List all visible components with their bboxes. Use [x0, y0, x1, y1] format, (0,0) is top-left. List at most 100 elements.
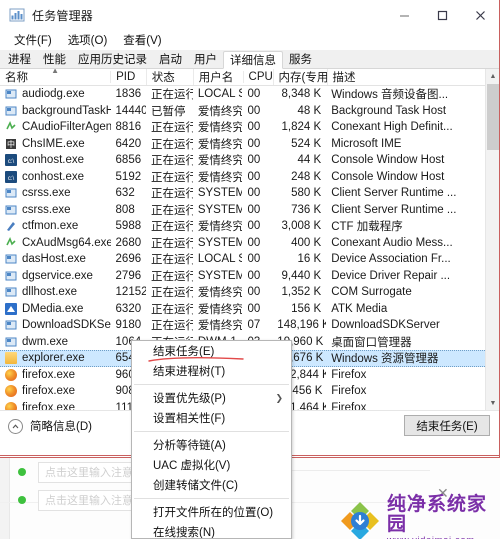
svg-text:c:\: c:\	[8, 176, 15, 182]
screen: 点击这里输入注意事项 点击这里输入注意事项 ✕ 纯净系统家园 www.yidai…	[0, 0, 500, 539]
tab-4[interactable]: 用户	[188, 51, 223, 69]
cell-user: 爱情终究...	[197, 221, 243, 234]
context-menu-item[interactable]: 结束任务(E)	[132, 341, 291, 361]
table-row[interactable]: DMedia.exe 6320 正在运行爱情终究... 00 156 K ATK Medi…	[0, 301, 499, 318]
tab-5[interactable]: 详细信息	[223, 51, 283, 69]
cell-desc: CTF 加载程序	[331, 221, 403, 234]
console-icon: c:\	[5, 154, 17, 167]
scroll-down-icon[interactable]: ▼	[486, 396, 499, 410]
process-name: ctfmon.exe	[22, 220, 79, 233]
cell-state: 正在运行	[151, 303, 193, 316]
chevron-right-icon: ❯	[275, 392, 283, 403]
column-header-mem[interactable]: 内存(专用...	[272, 69, 327, 85]
column-header-pid[interactable]: PID	[110, 71, 146, 83]
cell-user: SYSTEM	[197, 236, 243, 249]
context-menu-item[interactable]: 打开文件所在的位置(O)	[132, 502, 291, 522]
cell-pid: 8816	[115, 121, 142, 134]
end-task-label: 结束任务(E)	[416, 420, 478, 433]
cell-pid: 2680	[115, 236, 142, 249]
table-row[interactable]: c:\ conhost.exe 6856 正在运行爱情终究... 00 44 K Conso…	[0, 152, 499, 169]
tab-2[interactable]: 应用历史记录	[72, 51, 153, 69]
scrollbar-thumb[interactable]	[487, 84, 499, 150]
fewer-details-button[interactable]: 简略信息(D)	[8, 418, 92, 434]
context-menu-item[interactable]: 在线搜索(N)	[132, 522, 291, 539]
context-menu-item[interactable]: 设置相关性(F)	[132, 408, 291, 428]
firefox-icon	[5, 385, 17, 398]
table-row[interactable]: dasHost.exe 2696 正在运行 LOCAL SE... 00 16 K Devi…	[0, 251, 499, 268]
context-menu-item[interactable]: 分析等待链(A)	[132, 435, 291, 455]
column-header-cpu[interactable]: CPU	[242, 71, 273, 83]
menubar: 文件(F) 选项(O) 查看(V)	[0, 30, 499, 50]
table-row[interactable]: dllhost.exe 12152 正在运行爱情终究... 00 1,352 K COM …	[0, 284, 499, 301]
context-menu-item[interactable]: 设置优先级(P) ❯	[132, 388, 291, 408]
scroll-up-icon[interactable]: ▲	[486, 69, 499, 83]
process-name: firefox.exe	[22, 401, 76, 410]
column-header-desc[interactable]: 描述	[326, 69, 499, 85]
column-header-user[interactable]: 用户名	[192, 69, 243, 85]
table-row[interactable]: DownloadSDKServ... 9180 正在运行爱情终究... 07 148,1…	[0, 317, 499, 334]
cell-mem: 148,196 K	[277, 319, 327, 332]
cell-cpu: 00	[247, 203, 261, 216]
cell-user: LOCAL SE...	[197, 253, 243, 266]
table-row[interactable]: ctfmon.exe 5988 正在运行爱情终究... 00 3,008 K CTF 加载…	[0, 218, 499, 235]
tab-3[interactable]: 启动	[153, 51, 188, 69]
minimize-button[interactable]	[385, 0, 423, 30]
cell-desc: Windows 音频设备图...	[331, 89, 449, 102]
column-header-state[interactable]: 状态	[145, 69, 193, 85]
cell-pid: 5988	[115, 220, 142, 233]
cell-name: 中 ChsIME.exe	[0, 138, 111, 150]
cell-desc: Firefox	[331, 368, 367, 381]
window-controls	[385, 0, 499, 30]
watermark-logo: 纯净系统家园 www.yidaimei.com	[340, 495, 500, 539]
table-row[interactable]: c:\ conhost.exe 5192 正在运行爱情终究... 00 248 K Cons…	[0, 169, 499, 186]
cell-mem: 16 K	[297, 253, 322, 266]
menu-options[interactable]: 选项(O)	[60, 31, 116, 49]
cell-desc: Microsoft IME	[331, 137, 402, 150]
table-row[interactable]: CxAudMsg64.exe 2680 正在运行 SYSTEM 00 400 K Conex…	[0, 235, 499, 252]
table-row[interactable]: audiodg.exe 1836 正在运行 LOCAL SE... 00 8,348 K W…	[0, 86, 499, 103]
menu-view[interactable]: 查看(V)	[115, 31, 169, 49]
maximize-button[interactable]	[423, 0, 461, 30]
sort-ascending-icon: ▲	[51, 69, 60, 75]
cell-name: c:\ conhost.exe	[0, 154, 111, 167]
context-menu-item[interactable]: 创建转储文件(C)	[132, 475, 291, 495]
table-row[interactable]: dgservice.exe 2796 正在运行 SYSTEM 00 9,440 K Devi…	[0, 268, 499, 285]
watermark-text: 纯净系统家园 www.yidaimei.com	[387, 495, 500, 539]
cell-user: SYSTEM	[197, 203, 243, 216]
context-menu-item[interactable]: 结束进程树(T)	[132, 361, 291, 381]
column-header-label: 名称	[5, 72, 28, 84]
table-row[interactable]: csrss.exe 632 正在运行 SYSTEM 00 580 K Client Serv…	[0, 185, 499, 202]
cell-state: 正在运行	[151, 270, 193, 283]
column-header-name[interactable]: 名称 ▲	[0, 69, 110, 85]
tab-1[interactable]: 性能	[37, 51, 72, 69]
cell-desc: Windows 资源管理器	[331, 353, 439, 366]
cell-desc: Console Window Host	[331, 170, 445, 183]
cell-user: SYSTEM	[197, 187, 243, 200]
cell-name: ctfmon.exe	[0, 220, 111, 232]
table-row[interactable]: backgroundTaskH... 14440 已暂停爱情终究... 00 48 K B…	[0, 103, 499, 120]
table-row[interactable]: CAudioFilterAgent... 8816 正在运行爱情终究... 00 1,8…	[0, 119, 499, 136]
context-menu-item-label: UAC 虚拟化(V)	[153, 460, 231, 472]
cell-pid: 6856	[115, 154, 142, 167]
close-button[interactable]	[461, 0, 499, 30]
menu-file[interactable]: 文件(F)	[6, 31, 60, 49]
vertical-scrollbar[interactable]: ▲ ▼	[485, 69, 499, 410]
context-menu-item-label: 在线搜索(N)	[153, 527, 215, 539]
tab-0[interactable]: 进程	[2, 51, 37, 69]
cell-state: 正在运行	[151, 221, 193, 234]
table-row[interactable]: csrss.exe 808 正在运行 SYSTEM 00 736 K Client Serv…	[0, 202, 499, 219]
cell-user: LOCAL SE...	[197, 88, 243, 101]
cell-pid: 12152	[115, 286, 147, 299]
tab-6[interactable]: 服务	[283, 51, 318, 69]
context-menu-item[interactable]: UAC 虚拟化(V)	[132, 455, 291, 475]
process-name: csrss.exe	[22, 187, 71, 200]
cell-mem: 580 K	[291, 187, 322, 200]
cell-desc: Background Task Host	[331, 104, 447, 117]
cell-user: 爱情终究...	[197, 155, 243, 168]
end-task-button[interactable]: 结束任务(E)	[404, 415, 490, 436]
cell-cpu: 00	[247, 220, 261, 233]
cell-mem: 1,352 K	[281, 286, 322, 299]
cell-cpu: 00	[247, 302, 261, 315]
cell-desc: 桌面窗口管理器	[331, 336, 412, 349]
table-row[interactable]: 中 ChsIME.exe 6420 正在运行爱情终究... 00 524 K Microso…	[0, 136, 499, 153]
